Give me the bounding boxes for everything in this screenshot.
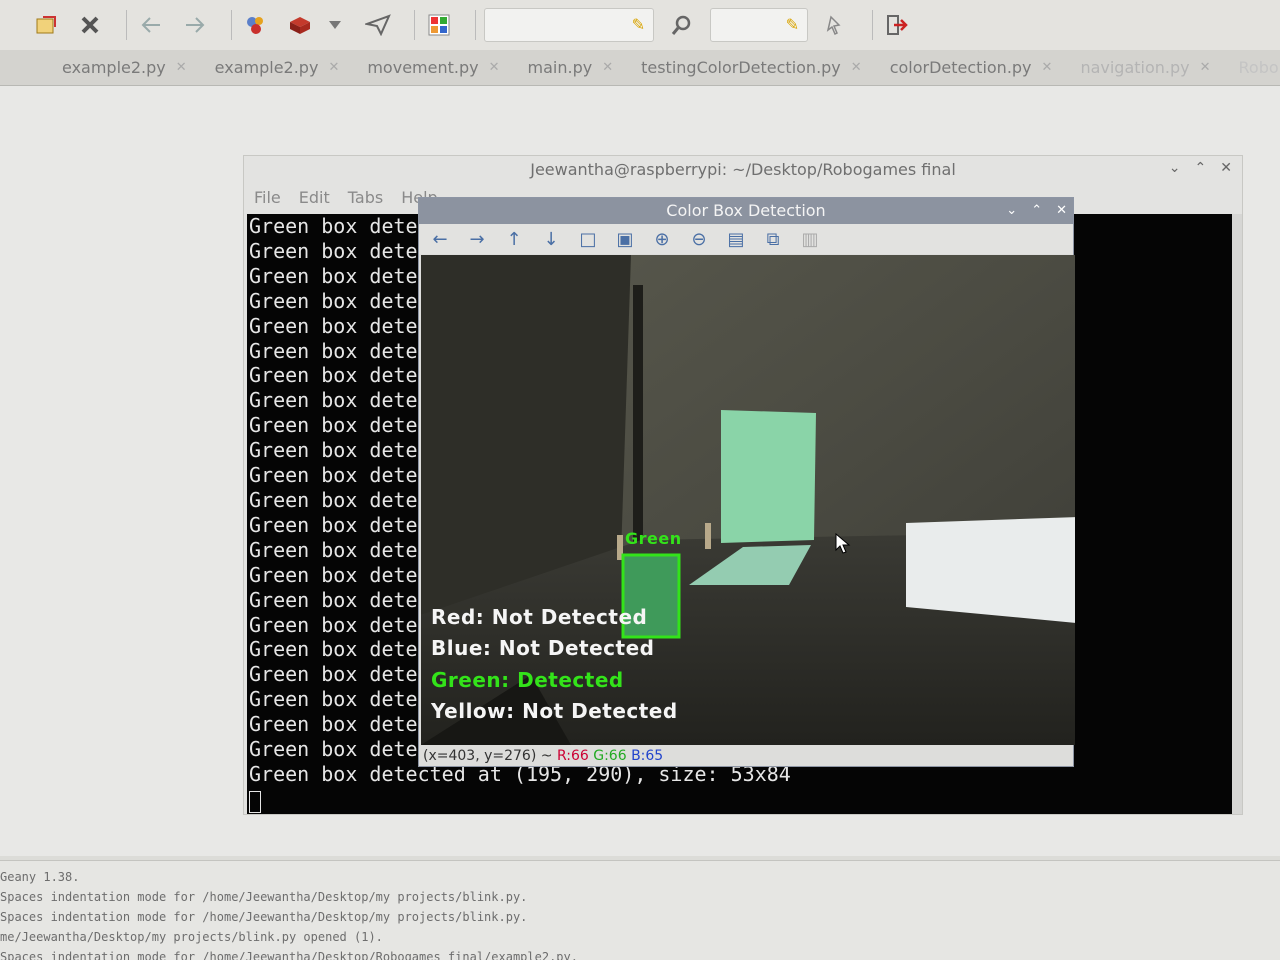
tab-label: movement.py (367, 58, 479, 77)
execute-icon[interactable] (284, 9, 316, 41)
toolbar-separator (414, 10, 415, 40)
close-tab-icon[interactable]: ✕ (176, 60, 187, 75)
maximize-icon[interactable]: ⌃ (1031, 198, 1042, 224)
search-field[interactable]: ✎ (484, 8, 654, 42)
zoom-out-icon[interactable]: ⊖ (688, 228, 710, 250)
overlay-red-status: Red: Not Detected (431, 605, 648, 629)
tab-color-detection[interactable]: colorDetection.py ✕ (880, 58, 1071, 77)
tab-movement[interactable]: movement.py ✕ (357, 58, 517, 77)
close-tab-icon[interactable]: ✕ (851, 60, 862, 75)
jump-icon[interactable] (820, 9, 852, 41)
viewer-titlebar: Color Box Detection ⌄ ⌃ ✕ (419, 198, 1073, 224)
status-b: B:65 (631, 748, 664, 764)
color-box-detection-window[interactable]: Color Box Detection ⌄ ⌃ ✕ ← → ↑ ↓ □ ▣ ⊕ … (418, 197, 1075, 767)
toolbar-separator (231, 10, 232, 40)
post (705, 523, 711, 549)
message-line: Geany 1.38. (0, 870, 80, 884)
pan-up-icon[interactable]: ↑ (503, 228, 525, 250)
color-picker-icon[interactable] (423, 9, 455, 41)
tab-label: Robo (1238, 58, 1279, 77)
tab-label: main.py (527, 58, 593, 77)
camera-frame[interactable]: Green Red: Not Detected Blue: Not Detect… (421, 255, 1075, 745)
search-icon[interactable] (666, 9, 698, 41)
forward-icon[interactable] (179, 9, 211, 41)
toolbar-separator (126, 10, 127, 40)
viewer-toolbar: ← → ↑ ↓ □ ▣ ⊕ ⊖ ▤ ⧉ ▥ (419, 224, 1073, 254)
toolbar-separator (475, 10, 476, 40)
clear-goto-icon[interactable]: ✎ (786, 15, 799, 34)
geany-toolbar: ✎ ✎ (0, 0, 1280, 50)
maximize-icon[interactable]: ⌃ (1195, 160, 1207, 176)
tab-label: testingColorDetection.py (641, 58, 841, 77)
message-line: me/Jeewantha/Desktop/my projects/blink.p… (0, 930, 383, 944)
minimize-icon[interactable]: ⌄ (1006, 198, 1017, 224)
tab-testing-color-detection[interactable]: testingColorDetection.py ✕ (631, 58, 880, 77)
properties-icon[interactable]: ▥ (799, 228, 821, 250)
tab-label: example2.py (214, 58, 319, 77)
pan-down-icon[interactable]: ↓ (540, 228, 562, 250)
overlay-blue-status: Blue: Not Detected (431, 636, 655, 660)
status-g: G:66 (593, 748, 627, 764)
tab-label: navigation.py (1080, 58, 1190, 77)
pan-right-icon[interactable]: → (466, 228, 488, 250)
tab-main[interactable]: main.py ✕ (518, 58, 632, 77)
viewer-controls: ⌄ ⌃ ✕ (1006, 198, 1067, 224)
clear-search-icon[interactable]: ✎ (632, 15, 645, 34)
copy-image-icon[interactable]: ⧉ (762, 228, 784, 250)
dropdown-icon[interactable] (328, 9, 342, 41)
menu-edit[interactable]: Edit (299, 188, 330, 207)
message-line: Spaces indentation mode for /home/Jeewan… (0, 890, 528, 904)
message-line: Spaces indentation mode for /home/Jeewan… (0, 910, 528, 924)
terminal-title: Jeewantha@raspberrypi: ~/Desktop/Robogam… (530, 160, 956, 179)
message-pane[interactable]: Geany 1.38. Spaces indentation mode for … (0, 860, 1280, 960)
white-box (906, 517, 1075, 623)
status-coords: (x=403, y=276) ~ (423, 748, 553, 764)
green-panel (721, 410, 816, 543)
tab-label: colorDetection.py (889, 58, 1032, 77)
status-r: R:66 (556, 748, 589, 764)
menu-file[interactable]: File (254, 188, 281, 207)
zoom-reset-icon[interactable]: □ (577, 228, 599, 250)
tab-navigation[interactable]: navigation.py ✕ (1070, 58, 1228, 77)
viewer-statusbar: (x=403, y=276) ~ R:66 G:66 B:65 (423, 748, 663, 764)
minimize-icon[interactable]: ⌄ (1169, 160, 1181, 176)
build-icon[interactable] (240, 9, 272, 41)
quit-icon[interactable] (881, 9, 913, 41)
close-icon[interactable]: ✕ (1056, 198, 1067, 224)
tab-robo[interactable]: Robo (1229, 58, 1279, 77)
document-tabs: example2.py ✕ example2.py ✕ movement.py ✕ m… (0, 50, 1280, 86)
toolbar-separator (872, 10, 873, 40)
send-icon[interactable] (362, 9, 394, 41)
terminal-menubar: File Edit Tabs Help (254, 188, 438, 207)
terminal-scrollbar[interactable] (1232, 214, 1242, 814)
overlay-green-status: Green: Detected (431, 668, 624, 692)
mouse-pointer-icon (835, 533, 851, 554)
zoom-fit-icon[interactable]: ▣ (614, 228, 636, 250)
tab-example2-a[interactable]: example2.py ✕ (52, 58, 205, 77)
close-tab-icon[interactable]: ✕ (1042, 60, 1053, 75)
menu-tabs[interactable]: Tabs (348, 188, 383, 207)
close-tab-icon[interactable]: ✕ (1200, 60, 1211, 75)
box-label: Green (625, 529, 682, 548)
message-line: Spaces indentation mode for /home/Jeewan… (0, 950, 578, 960)
back-icon[interactable] (135, 9, 167, 41)
viewer-title: Color Box Detection (666, 201, 826, 220)
close-tab-icon[interactable]: ✕ (489, 60, 500, 75)
pan-left-icon[interactable]: ← (429, 228, 451, 250)
close-icon[interactable] (74, 9, 106, 41)
tab-example2-b[interactable]: example2.py ✕ (205, 58, 358, 77)
terminal-cursor (249, 790, 261, 813)
close-icon[interactable]: ✕ (1220, 160, 1232, 176)
save-image-icon[interactable]: ▤ (725, 228, 747, 250)
close-tab-icon[interactable]: ✕ (328, 60, 339, 75)
pole (633, 285, 643, 545)
open-file-icon[interactable] (30, 9, 62, 41)
zoom-in-icon[interactable]: ⊕ (651, 228, 673, 250)
tab-label: example2.py (62, 58, 166, 77)
goto-line-field[interactable]: ✎ (710, 8, 808, 42)
terminal-controls: ⌄ ⌃ ✕ (1169, 160, 1232, 176)
overlay-yellow-status: Yellow: Not Detected (431, 699, 678, 723)
close-tab-icon[interactable]: ✕ (602, 60, 613, 75)
